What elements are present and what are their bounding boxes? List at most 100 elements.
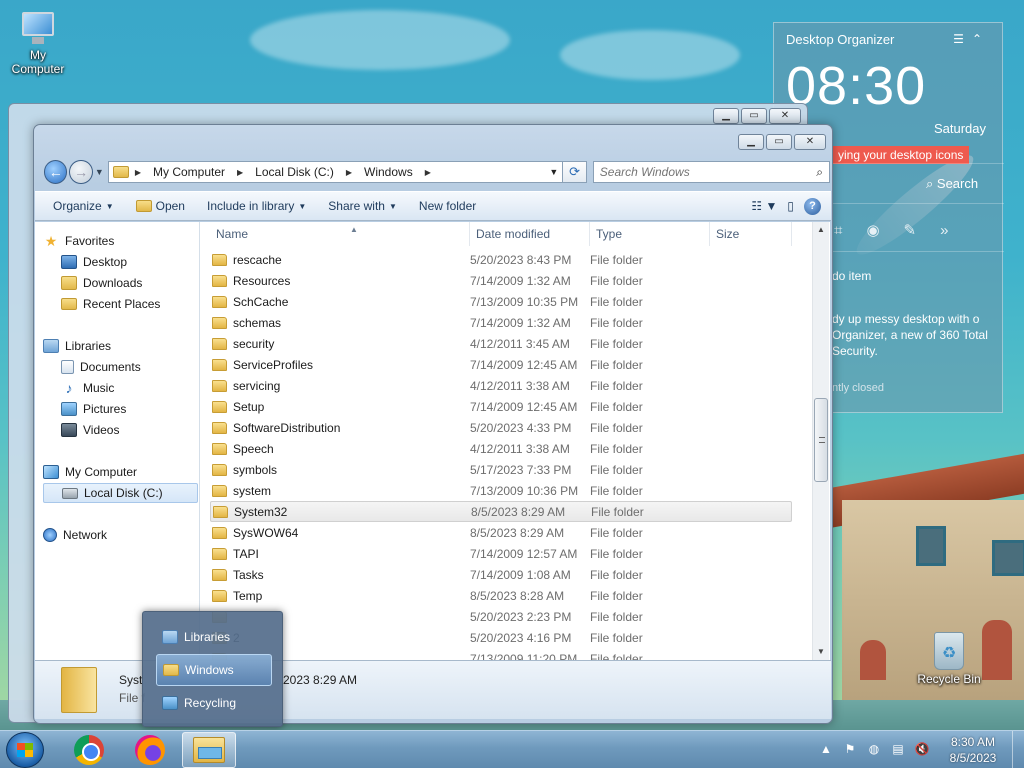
column-header-date[interactable]: Date modified	[470, 222, 590, 246]
jump-item-windows[interactable]: Windows	[156, 654, 272, 686]
desktop-icon-recycle-bin[interactable]: Recycle Bin	[914, 632, 984, 686]
scroll-up-icon[interactable]: ▲	[813, 222, 829, 238]
share-with-button[interactable]: Share with ▼	[320, 195, 405, 217]
chevron-down-icon: ▼	[105, 201, 114, 211]
recent-pages-dropdown[interactable]: ▼	[95, 167, 104, 177]
back-button[interactable]: ←	[44, 160, 68, 184]
network-icon[interactable]: ▤	[890, 741, 906, 757]
organizer-recently-closed[interactable]: ntly closed	[832, 382, 884, 394]
action-center-icon[interactable]: ⚑	[842, 741, 858, 757]
scroll-down-icon[interactable]: ▼	[813, 644, 829, 660]
volume-muted-icon[interactable]: 🔇	[914, 741, 930, 757]
chevron-right-icon[interactable]: ▶	[425, 168, 431, 177]
nav-network[interactable]: Network	[43, 525, 107, 545]
table-row[interactable]: 25/20/2023 4:16 PMFile folder	[210, 627, 792, 648]
nav-my-computer[interactable]: My Computer	[43, 462, 137, 482]
table-row[interactable]: SchCache 7/13/2009 10:35 PM File folder	[210, 291, 792, 312]
show-hidden-icons-icon[interactable]: ▲	[818, 741, 834, 757]
table-row[interactable]: Temp 8/5/2023 8:28 AM File folder	[210, 585, 792, 606]
table-row[interactable]: servicing 4/12/2011 3:38 AM File folder	[210, 375, 792, 396]
chevron-right-icon[interactable]: ▶	[237, 168, 243, 177]
breadcrumb-local-disk[interactable]: Local Disk (C:)	[255, 165, 334, 179]
column-header-type[interactable]: Type	[590, 222, 710, 246]
address-bar[interactable]: ▶ My Computer ▶ Local Disk (C:) ▶ Window…	[107, 161, 564, 183]
show-desktop-button[interactable]	[1012, 731, 1024, 768]
nav-local-disk[interactable]: Local Disk (C:)	[43, 483, 198, 503]
table-row[interactable]: schemas 7/14/2009 1:32 AM File folder	[210, 312, 792, 333]
start-button[interactable]	[6, 732, 44, 768]
nav-downloads[interactable]: Downloads	[61, 273, 142, 293]
refresh-button[interactable]: ⟳	[563, 161, 587, 183]
table-row[interactable]: system 7/13/2009 10:36 PM File folder	[210, 480, 792, 501]
table-row[interactable]: 7/13/2009 11:20 PM File folder	[210, 648, 792, 660]
chevron-right-icon[interactable]: ▶	[346, 168, 352, 177]
table-row[interactable]: System32 8/5/2023 8:29 AM File folder	[210, 501, 792, 522]
column-header-name[interactable]: ▲ Name	[210, 222, 470, 246]
open-button[interactable]: Open	[128, 195, 193, 217]
table-row[interactable]: TAPI 7/14/2009 12:57 AM File folder	[210, 543, 792, 564]
breadcrumb-windows[interactable]: Windows	[364, 165, 413, 179]
folder-icon	[212, 526, 227, 539]
organize-button[interactable]: Organize ▼	[45, 195, 122, 217]
taskbar-explorer[interactable]	[182, 732, 236, 768]
taskbar-chrome[interactable]	[62, 732, 116, 768]
organizer-banner[interactable]: ying your desktop icons	[832, 146, 970, 164]
nav-recent-places[interactable]: Recent Places	[61, 294, 160, 314]
chevron-right-icon[interactable]: ▶	[135, 168, 141, 177]
minimize-button[interactable]: ▁	[713, 108, 739, 124]
table-row[interactable]: security 4/12/2011 3:45 AM File folder	[210, 333, 792, 354]
table-row[interactable]: Speech 4/12/2011 3:38 AM File folder	[210, 438, 792, 459]
search-input[interactable]	[599, 165, 817, 179]
file-type: File folder	[590, 378, 643, 393]
more-icon[interactable]: »	[940, 222, 972, 239]
table-row[interactable]: SysWOW64 8/5/2023 8:29 AM File folder	[210, 522, 792, 543]
jump-item-recycling[interactable]: Recycling	[156, 687, 272, 719]
nav-documents[interactable]: Documents	[61, 357, 141, 377]
table-row[interactable]: 5/20/2023 2:23 PM File folder	[210, 606, 792, 627]
menu-icon[interactable]: ☰	[953, 32, 972, 46]
table-row[interactable]: rescache 5/20/2023 8:43 PM File folder	[210, 249, 792, 270]
organizer-search-button[interactable]: ⌕ Search	[926, 176, 978, 192]
desktop-icon-my-computer[interactable]: My Computer	[3, 10, 73, 76]
view-options-icon[interactable]: ☷ ▼	[751, 199, 777, 213]
column-header-size[interactable]: Size	[710, 222, 792, 246]
jump-item-libraries[interactable]: Libraries	[156, 621, 272, 653]
help-icon[interactable]: ?	[804, 197, 821, 215]
new-folder-button[interactable]: New folder	[411, 195, 484, 217]
search-box[interactable]: ⌕	[592, 161, 831, 183]
nav-videos[interactable]: Videos	[61, 420, 119, 440]
nav-pictures[interactable]: Pictures	[61, 399, 126, 419]
maximize-button[interactable]: ▭	[766, 134, 792, 150]
security-icon[interactable]: ◍	[866, 741, 882, 757]
nav-music[interactable]: ♪ Music	[61, 378, 115, 398]
minimize-button[interactable]: ▁	[738, 134, 764, 150]
maximize-button[interactable]: ▭	[741, 108, 767, 124]
nav-libraries[interactable]: Libraries	[43, 336, 111, 356]
taskbar-clock[interactable]: 8:30 AM 8/5/2023	[940, 734, 1006, 766]
nav-desktop[interactable]: Desktop	[61, 252, 127, 272]
crop-icon[interactable]: ⌗	[834, 222, 866, 239]
nav-favorites[interactable]: ★ Favorites	[43, 231, 115, 251]
scroll-thumb[interactable]	[814, 398, 828, 482]
forward-button[interactable]: →	[69, 160, 93, 184]
preview-pane-icon[interactable]: ▯	[787, 199, 794, 213]
include-in-library-button[interactable]: Include in library ▼	[199, 195, 314, 217]
vertical-scrollbar[interactable]: ▲ ▼	[812, 222, 829, 660]
organizer-todo[interactable]: do item	[832, 269, 871, 283]
table-row[interactable]: Resources 7/14/2009 1:32 AM File folder	[210, 270, 792, 291]
table-row[interactable]: symbols 5/17/2023 7:33 PM File folder	[210, 459, 792, 480]
collapse-icon[interactable]: ⌃	[972, 32, 990, 46]
search-icon[interactable]: ⌕	[816, 165, 823, 180]
close-button[interactable]: ✕	[794, 134, 826, 150]
table-row[interactable]: Setup 7/14/2009 12:45 AM File folder	[210, 396, 792, 417]
table-row[interactable]: SoftwareDistribution 5/20/2023 4:33 PM Fil…	[210, 417, 792, 438]
eye-icon[interactable]: ◉	[866, 222, 903, 239]
taskbar-firefox[interactable]	[123, 732, 177, 768]
table-row[interactable]: ServiceProfiles 7/14/2009 12:45 AM File fo…	[210, 354, 792, 375]
address-dropdown[interactable]: ▼	[549, 167, 558, 177]
file-date: 8/5/2023 8:29 AM	[471, 504, 566, 519]
breadcrumb-my-computer[interactable]: My Computer	[153, 165, 225, 179]
close-button[interactable]: ✕	[769, 108, 801, 124]
table-row[interactable]: Tasks 7/14/2009 1:08 AM File folder	[210, 564, 792, 585]
note-icon[interactable]: ✎	[904, 222, 941, 239]
